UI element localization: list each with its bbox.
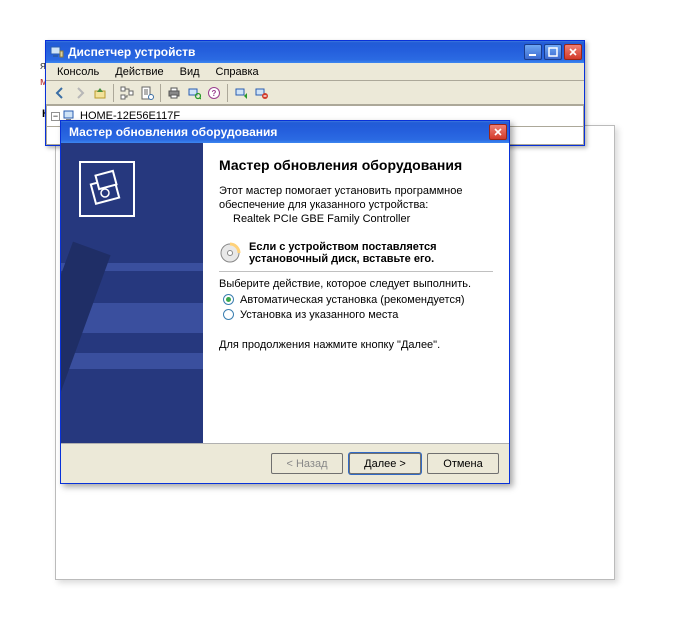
toolbar-help-button[interactable]: ? <box>204 83 224 103</box>
wizard-footer: < Назад Далее > Отмена <box>61 443 509 483</box>
maximize-button[interactable] <box>544 44 562 60</box>
wizard-title: Мастер обновления оборудования <box>65 125 469 139</box>
menubar: Консоль Действие Вид Справка <box>46 63 584 81</box>
wizard-close-button[interactable] <box>489 124 507 140</box>
window-control-group <box>469 124 507 140</box>
device-name: Realtek PCIe GBE Family Controller <box>219 213 493 225</box>
toolbar-up-button[interactable] <box>90 83 110 103</box>
tree-expand-toggle[interactable]: − <box>51 112 60 121</box>
app-icon <box>50 45 64 59</box>
divider <box>219 271 493 272</box>
toolbar-properties-button[interactable] <box>137 83 157 103</box>
window-control-group <box>524 44 582 60</box>
toolbar-forward-button[interactable] <box>70 83 90 103</box>
toolbar: ? <box>46 81 584 105</box>
maximize-icon <box>548 47 558 57</box>
titlebar[interactable]: Диспетчер устройств <box>46 41 584 63</box>
toolbar-back-button[interactable] <box>50 83 70 103</box>
minimize-button[interactable] <box>524 44 542 60</box>
radio-auto-label: Автоматическая установка (рекомендуется) <box>240 294 465 306</box>
wizard-intro-line1: Этот мастер помогает установить программ… <box>219 185 493 197</box>
toolbar-update-button[interactable] <box>231 83 251 103</box>
cd-hint-line1: Если с устройством поставляется <box>249 241 437 253</box>
tree-view-icon <box>120 86 134 100</box>
close-icon <box>493 127 503 137</box>
radio-manual-install[interactable]: Установка из указанного места <box>223 309 493 321</box>
toolbar-print-button[interactable] <box>164 83 184 103</box>
radio-manual-label: Установка из указанного места <box>240 309 398 321</box>
radio-unchecked-icon <box>223 309 234 320</box>
toolbar-separator <box>227 84 228 102</box>
toolbar-scan-button[interactable] <box>184 83 204 103</box>
wizard-heading: Мастер обновления оборудования <box>219 157 493 175</box>
install-mode-radiogroup: Автоматическая установка (рекомендуется)… <box>223 294 493 321</box>
radio-auto-install[interactable]: Автоматическая установка (рекомендуется) <box>223 294 493 306</box>
hardware-update-wizard: Мастер обновления оборудования Мастер <box>60 120 510 484</box>
continue-hint: Для продолжения нажмите кнопку "Далее". <box>219 339 493 351</box>
wizard-body: Мастер обновления оборудования Этот маст… <box>61 143 509 443</box>
uninstall-icon <box>254 86 268 100</box>
toolbar-uninstall-button[interactable] <box>251 83 271 103</box>
properties-icon <box>140 86 154 100</box>
menu-console[interactable]: Консоль <box>50 64 106 80</box>
svg-text:?: ? <box>212 89 217 98</box>
cancel-button[interactable]: Отмена <box>427 453 499 474</box>
forward-icon <box>73 86 87 100</box>
wizard-graphic-icon <box>79 161 135 217</box>
toolbar-tree-button[interactable] <box>117 83 137 103</box>
close-button[interactable] <box>564 44 582 60</box>
menu-action[interactable]: Действие <box>108 64 170 80</box>
cd-icon <box>219 242 241 264</box>
update-driver-icon <box>234 86 248 100</box>
scan-hardware-icon <box>187 86 201 100</box>
wizard-intro-line2: обеспечение для указанного устройства: <box>219 199 493 211</box>
cd-hint-line2: установочный диск, вставьте его. <box>249 253 437 265</box>
next-button[interactable]: Далее > <box>349 453 421 474</box>
up-folder-icon <box>93 86 107 100</box>
install-disc-hint: Если с устройством поставляется установо… <box>219 241 493 265</box>
back-button[interactable]: < Назад <box>271 453 343 474</box>
wizard-content: Мастер обновления оборудования Этот маст… <box>203 143 509 443</box>
minimize-icon <box>528 47 538 57</box>
back-icon <box>53 86 67 100</box>
decorative-stripe <box>61 353 203 369</box>
radio-checked-icon <box>223 294 234 305</box>
print-icon <box>167 86 181 100</box>
decorative-stripe <box>61 242 111 425</box>
menu-help[interactable]: Справка <box>209 64 266 80</box>
close-icon <box>568 47 578 57</box>
toolbar-separator <box>113 84 114 102</box>
choose-action-label: Выберите действие, которое следует выпол… <box>219 278 493 290</box>
window-title: Диспетчер устройств <box>68 45 524 59</box>
help-icon: ? <box>207 86 221 100</box>
toolbar-separator <box>160 84 161 102</box>
wizard-titlebar[interactable]: Мастер обновления оборудования <box>61 121 509 143</box>
wizard-sidebar <box>61 143 203 443</box>
menu-view[interactable]: Вид <box>173 64 207 80</box>
